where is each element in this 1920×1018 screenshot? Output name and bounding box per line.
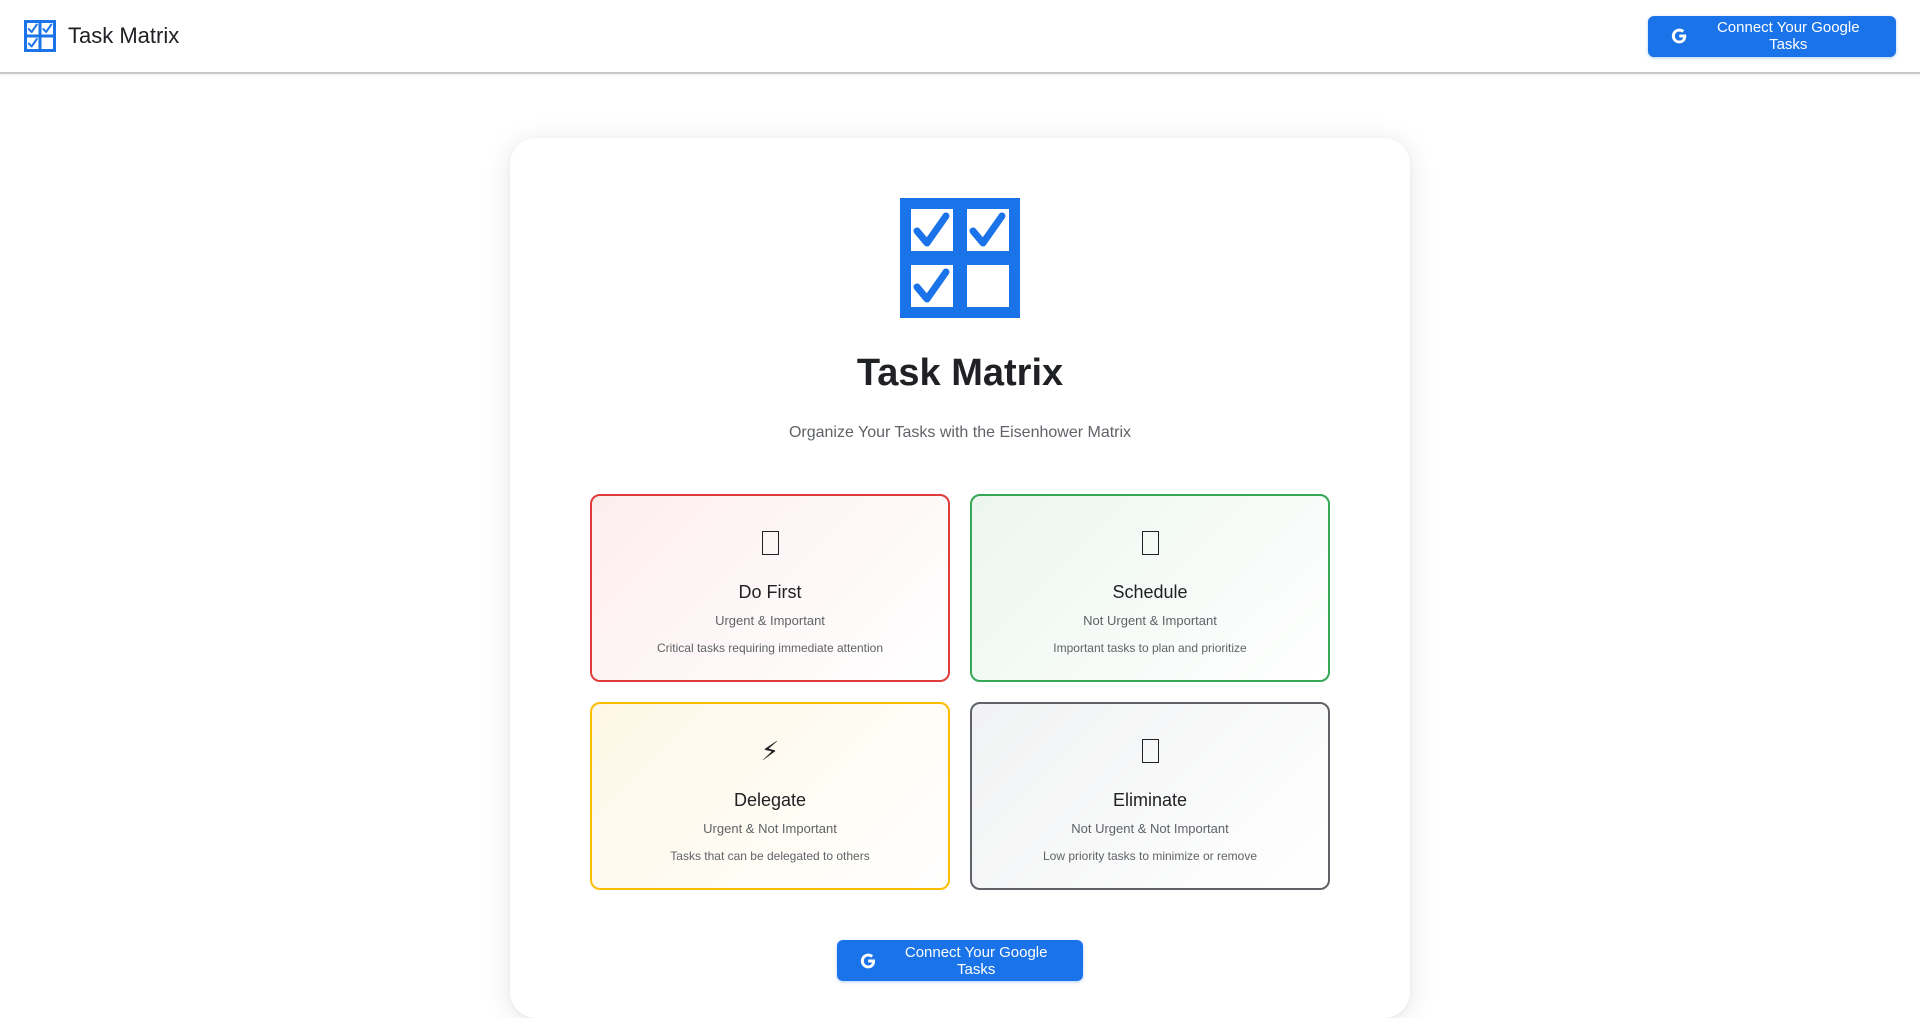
quadrant-description: Critical tasks requiring immediate atten…	[656, 641, 884, 655]
quadrant-do-first[interactable]: Do First Urgent & Important Critical tas…	[590, 494, 950, 682]
quadrant-description: Important tasks to plan and prioritize	[1053, 641, 1247, 655]
lightning-icon: ⚡	[760, 735, 780, 766]
connect-button-label: Connect Your Google Tasks	[904, 943, 1048, 978]
quadrant-title: Schedule	[1112, 582, 1188, 602]
checkbox-grid-icon	[900, 198, 1020, 318]
quadrant-subtitle: Not Urgent & Important	[1083, 613, 1217, 628]
quadrant-delegate[interactable]: ⚡ Delegate Urgent & Not Important Tasks …	[590, 702, 950, 890]
quadrant-subtitle: Urgent & Important	[715, 613, 825, 628]
top-header: Task Matrix Connect Your Google Tasks	[0, 0, 1920, 74]
emoji-placeholder-icon	[972, 736, 1328, 766]
quadrant-description: Low priority tasks to minimize or remove	[1042, 849, 1258, 863]
quadrant-title: Do First	[738, 582, 802, 602]
hero-title: Task Matrix	[856, 352, 1064, 394]
quadrant-subtitle: Urgent & Not Important	[703, 821, 837, 836]
connect-button-label: Connect Your Google Tasks	[1716, 19, 1860, 53]
quadrant-schedule[interactable]: Schedule Not Urgent & Important Importan…	[970, 494, 1330, 682]
connect-google-tasks-cta-button[interactable]: Connect Your Google Tasks	[837, 940, 1083, 981]
hero-subtitle: Organize Your Tasks with the Eisenhower …	[788, 424, 1132, 441]
checkbox-grid-icon	[24, 20, 56, 52]
welcome-card: Task Matrix Organize Your Tasks with the…	[510, 138, 1410, 1018]
connect-google-tasks-button[interactable]: Connect Your Google Tasks	[1648, 15, 1896, 57]
quadrant-title: Delegate	[733, 790, 807, 810]
app-title: Task Matrix	[68, 23, 180, 48]
quadrant-eliminate[interactable]: Eliminate Not Urgent & Not Important Low…	[970, 702, 1330, 890]
google-icon	[1671, 28, 1687, 44]
brand[interactable]: Task Matrix	[24, 20, 179, 52]
quadrant-title: Eliminate	[1112, 790, 1188, 810]
emoji-placeholder-icon	[972, 528, 1328, 558]
google-icon	[860, 953, 876, 968]
emoji-placeholder-icon	[592, 528, 948, 558]
quadrant-description: Tasks that can be delegated to others	[670, 849, 870, 863]
quadrant-subtitle: Not Urgent & Not Important	[1071, 821, 1229, 836]
